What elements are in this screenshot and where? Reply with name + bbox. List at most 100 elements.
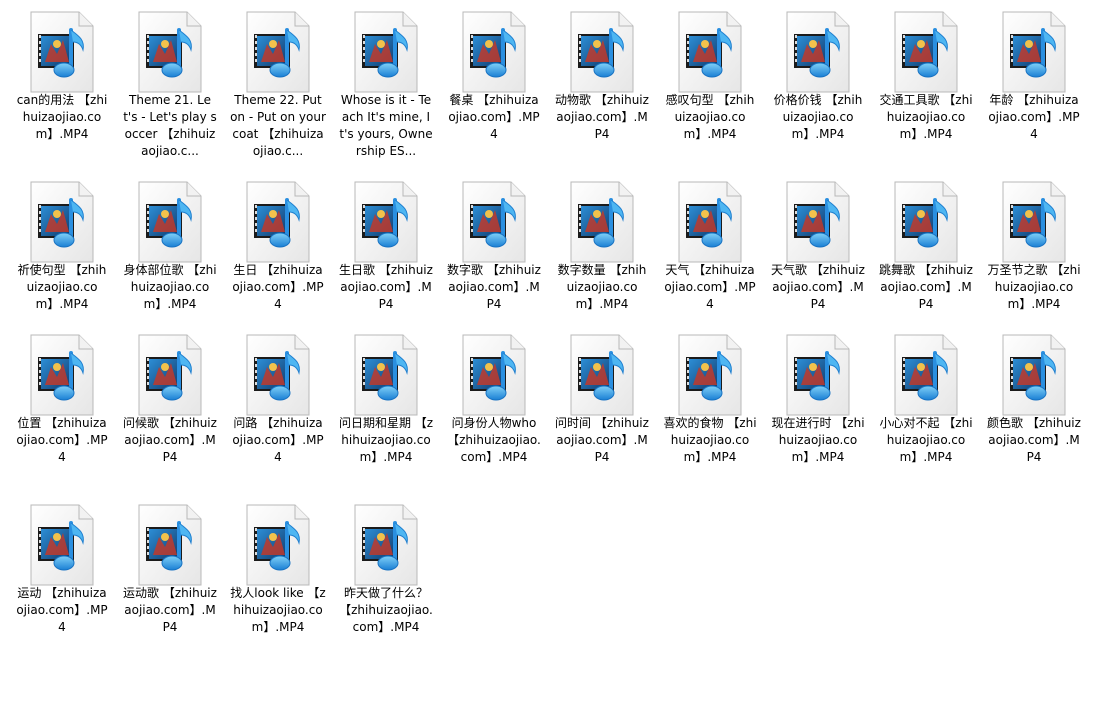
video-file-icon[interactable]	[135, 180, 205, 264]
file-name-label: 祈使句型 【zhihuizaojiao.com】.MP4	[17, 263, 107, 311]
file-name-label: Whose is it - Teach It's mine, It's your…	[339, 93, 433, 158]
file-name-label: 小心对不起 【zhihuizaojiao.com】.MP4	[879, 416, 973, 464]
file-item[interactable]: 价格价钱 【zhihuizaojiao.com】.MP4	[764, 0, 872, 168]
file-item[interactable]: 天气 【zhihuizaojiao.com】.MP4	[656, 170, 764, 338]
file-name-label: 数字歌 【zhihuizaojiao.com】.MP4	[447, 263, 541, 311]
file-item[interactable]: 动物歌 【zhihuizaojiao.com】.MP4	[548, 0, 656, 168]
file-name-label: 动物歌 【zhihuizaojiao.com】.MP4	[555, 93, 649, 141]
file-name-label: 现在进行时 【zhihuizaojiao.com】.MP4	[771, 416, 865, 464]
file-item[interactable]: 感叹句型 【zhihuizaojiao.com】.MP4	[656, 0, 764, 168]
video-file-icon[interactable]	[27, 180, 97, 264]
video-file-icon[interactable]	[135, 503, 205, 587]
file-item[interactable]: 生日歌 【zhihuizaojiao.com】.MP4	[332, 170, 440, 338]
file-name-label: 生日 【zhihuizaojiao.com】.MP4	[232, 263, 324, 311]
video-file-icon[interactable]	[783, 180, 853, 264]
file-item[interactable]: 昨天做了什么？【zhihuizaojiao.com】.MP4	[332, 493, 440, 661]
file-item[interactable]: 生日 【zhihuizaojiao.com】.MP4	[224, 170, 332, 338]
file-item[interactable]: Theme 21. Let's - Let's play soccer 【zhi…	[116, 0, 224, 168]
video-file-icon[interactable]	[891, 333, 961, 417]
file-item[interactable]: 祈使句型 【zhihuizaojiao.com】.MP4	[8, 170, 116, 338]
video-file-icon[interactable]	[459, 180, 529, 264]
video-file-icon[interactable]	[999, 333, 1069, 417]
file-name-label: 运动 【zhihuizaojiao.com】.MP4	[16, 586, 108, 634]
video-file-icon[interactable]	[567, 180, 637, 264]
file-name-label: Theme 22. Put on - Put on your coat 【zhi…	[230, 93, 326, 158]
video-file-icon[interactable]	[27, 10, 97, 94]
video-file-icon[interactable]	[27, 333, 97, 417]
file-grid: can的用法 【zhihuizaojiao.com】.MP4 Theme 21. …	[0, 0, 1095, 719]
video-file-icon[interactable]	[135, 10, 205, 94]
video-file-icon[interactable]	[351, 10, 421, 94]
video-file-icon[interactable]	[999, 180, 1069, 264]
video-file-icon[interactable]	[243, 503, 313, 587]
video-file-icon[interactable]	[675, 333, 745, 417]
file-name-label: can的用法 【zhihuizaojiao.com】.MP4	[16, 93, 108, 141]
video-file-icon[interactable]	[675, 180, 745, 264]
file-item[interactable]: 问候歌 【zhihuizaojiao.com】.MP4	[116, 323, 224, 491]
file-name-label: 运动歌 【zhihuizaojiao.com】.MP4	[123, 586, 217, 634]
video-file-icon[interactable]	[243, 180, 313, 264]
video-file-icon[interactable]	[351, 503, 421, 587]
video-file-icon[interactable]	[135, 333, 205, 417]
file-name-label: 喜欢的食物 【zhihuizaojiao.com】.MP4	[663, 416, 757, 464]
file-name-label: 生日歌 【zhihuizaojiao.com】.MP4	[339, 263, 433, 311]
file-item[interactable]: 喜欢的食物 【zhihuizaojiao.com】.MP4	[656, 323, 764, 491]
file-item[interactable]: 问身份人物who 【zhihuizaojiao.com】.MP4	[440, 323, 548, 491]
file-item[interactable]: Theme 22. Put on - Put on your coat 【zhi…	[224, 0, 332, 168]
file-item[interactable]: 跳舞歌 【zhihuizaojiao.com】.MP4	[872, 170, 980, 338]
file-item[interactable]: 数字数量 【zhihuizaojiao.com】.MP4	[548, 170, 656, 338]
file-name-label: 感叹句型 【zhihuizaojiao.com】.MP4	[665, 93, 755, 141]
file-item[interactable]: 交通工具歌 【zhihuizaojiao.com】.MP4	[872, 0, 980, 168]
file-name-label: 跳舞歌 【zhihuizaojiao.com】.MP4	[879, 263, 973, 311]
file-name-label: 问候歌 【zhihuizaojiao.com】.MP4	[123, 416, 217, 464]
file-name-label: 问身份人物who 【zhihuizaojiao.com】.MP4	[447, 416, 541, 464]
video-file-icon[interactable]	[999, 10, 1069, 94]
file-item[interactable]: 问日期和星期 【zhihuizaojiao.com】.MP4	[332, 323, 440, 491]
video-file-icon[interactable]	[783, 10, 853, 94]
video-file-icon[interactable]	[459, 10, 529, 94]
file-name-label: 交通工具歌 【zhihuizaojiao.com】.MP4	[879, 93, 973, 141]
file-name-label: 餐桌 【zhihuizaojiao.com】.MP4	[448, 93, 540, 141]
file-name-label: 年龄 【zhihuizaojiao.com】.MP4	[988, 93, 1080, 141]
file-item[interactable]: 问时间 【zhihuizaojiao.com】.MP4	[548, 323, 656, 491]
file-item[interactable]: can的用法 【zhihuizaojiao.com】.MP4	[8, 0, 116, 168]
file-item[interactable]: 身体部位歌 【zhihuizaojiao.com】.MP4	[116, 170, 224, 338]
video-file-icon[interactable]	[675, 10, 745, 94]
file-item[interactable]: 现在进行时 【zhihuizaojiao.com】.MP4	[764, 323, 872, 491]
file-name-label: 问时间 【zhihuizaojiao.com】.MP4	[555, 416, 649, 464]
file-item[interactable]: 运动 【zhihuizaojiao.com】.MP4	[8, 493, 116, 661]
file-name-label: 价格价钱 【zhihuizaojiao.com】.MP4	[773, 93, 863, 141]
video-file-icon[interactable]	[459, 333, 529, 417]
file-item[interactable]: 小心对不起 【zhihuizaojiao.com】.MP4	[872, 323, 980, 491]
video-file-icon[interactable]	[567, 333, 637, 417]
video-file-icon[interactable]	[891, 10, 961, 94]
file-item[interactable]: 数字歌 【zhihuizaojiao.com】.MP4	[440, 170, 548, 338]
file-name-label: 万圣节之歌 【zhihuizaojiao.com】.MP4	[987, 263, 1081, 311]
file-item[interactable]: 年龄 【zhihuizaojiao.com】.MP4	[980, 0, 1088, 168]
file-name-label: 问日期和星期 【zhihuizaojiao.com】.MP4	[338, 416, 434, 464]
video-file-icon[interactable]	[891, 180, 961, 264]
file-name-label: 颜色歌 【zhihuizaojiao.com】.MP4	[987, 416, 1081, 464]
file-item[interactable]: 万圣节之歌 【zhihuizaojiao.com】.MP4	[980, 170, 1088, 338]
file-name-label: 位置 【zhihuizaojiao.com】.MP4	[16, 416, 108, 464]
file-name-label: Theme 21. Let's - Let's play soccer 【zhi…	[123, 93, 217, 158]
file-item[interactable]: 运动歌 【zhihuizaojiao.com】.MP4	[116, 493, 224, 661]
file-item[interactable]: 天气歌 【zhihuizaojiao.com】.MP4	[764, 170, 872, 338]
video-file-icon[interactable]	[351, 180, 421, 264]
file-item[interactable]: 位置 【zhihuizaojiao.com】.MP4	[8, 323, 116, 491]
file-item[interactable]: Whose is it - Teach It's mine, It's your…	[332, 0, 440, 168]
file-name-label: 昨天做了什么？【zhihuizaojiao.com】.MP4	[339, 586, 433, 634]
video-file-icon[interactable]	[243, 333, 313, 417]
file-name-label: 问路 【zhihuizaojiao.com】.MP4	[232, 416, 324, 464]
video-file-icon[interactable]	[783, 333, 853, 417]
video-file-icon[interactable]	[27, 503, 97, 587]
file-item[interactable]: 找人look like 【zhihuizaojiao.com】.MP4	[224, 493, 332, 661]
file-item[interactable]: 餐桌 【zhihuizaojiao.com】.MP4	[440, 0, 548, 168]
video-file-icon[interactable]	[567, 10, 637, 94]
file-name-label: 天气歌 【zhihuizaojiao.com】.MP4	[771, 263, 865, 311]
file-item[interactable]: 颜色歌 【zhihuizaojiao.com】.MP4	[980, 323, 1088, 491]
file-name-label: 天气 【zhihuizaojiao.com】.MP4	[664, 263, 756, 311]
video-file-icon[interactable]	[351, 333, 421, 417]
video-file-icon[interactable]	[243, 10, 313, 94]
file-item[interactable]: 问路 【zhihuizaojiao.com】.MP4	[224, 323, 332, 491]
